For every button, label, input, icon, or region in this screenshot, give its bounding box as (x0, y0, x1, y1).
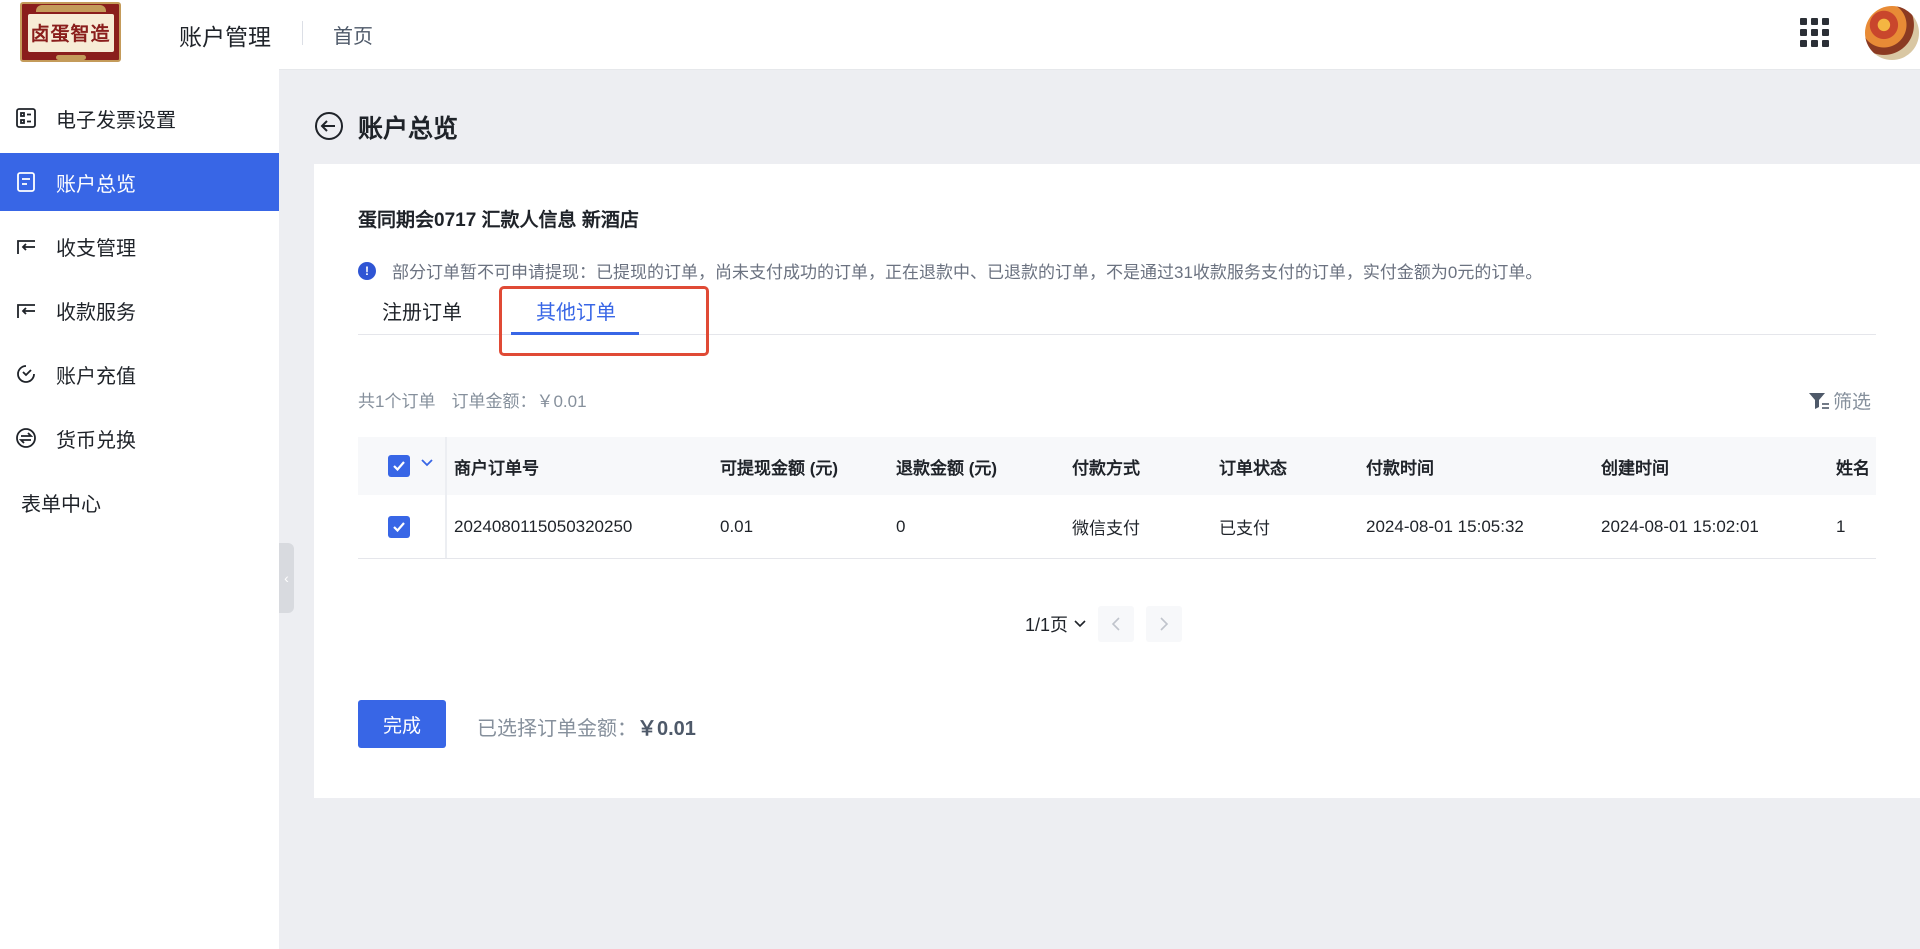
order-amount: 订单金额：￥0.01 (451, 392, 587, 411)
filter-button[interactable]: 筛选 (1808, 387, 1871, 414)
cell-withdrawable: 0.01 (720, 516, 754, 536)
checkmark-icon (393, 461, 405, 472)
chevron-right-icon (1160, 617, 1169, 631)
sidebar-item-form-center[interactable]: 表单中心 (0, 473, 279, 531)
next-page-button[interactable] (1146, 606, 1183, 642)
notice-text: 部分订单暂不可申请提现：已提现的订单，尚未支付成功的订单，正在退款中、已退款的订… (392, 263, 1543, 282)
row-checkbox[interactable] (388, 515, 410, 538)
sidebar-item-label: 货币兑换 (56, 429, 136, 452)
filter-icon (1809, 392, 1829, 409)
sidebar-item-label: 电子发票设置 (56, 109, 176, 132)
sidebar-item-invoice-settings[interactable]: 电子发票设置 (0, 89, 279, 147)
chevron-down-icon (1074, 620, 1086, 628)
sidebar-collapse-handle[interactable]: ‹ (279, 543, 294, 613)
order-summary: 共1个订单 订单金额：￥0.01 (358, 387, 587, 412)
sidebar: 电子发票设置 账户总览 收支管理 收款服务 账户充值 货币兑换 表单中心 (0, 69, 279, 949)
sidebar-item-account-overview[interactable]: 账户总览 (0, 153, 279, 211)
home-link[interactable]: 首页 (333, 20, 373, 49)
document-icon (14, 170, 38, 194)
sidebar-item-label: 收款服务 (56, 301, 136, 324)
tab-registered-orders[interactable]: 注册订单 (382, 296, 462, 325)
cell-pay-time: 2024-08-01 15:05:32 (1366, 516, 1524, 536)
user-avatar[interactable] (1865, 6, 1919, 60)
cell-refund: 0 (896, 516, 906, 536)
sidebar-item-label: 表单中心 (21, 493, 101, 516)
store-title: 蛋同期会0717 汇款人信息 新酒店 (358, 210, 639, 231)
table-header: 商户订单号 可提现金额 (元) 退款金额 (元) 付款方式 订单状态 付款时间 … (358, 437, 1876, 495)
recharge-icon (14, 362, 38, 386)
select-all-checkbox[interactable] (388, 455, 410, 477)
order-count: 共1个订单 (358, 392, 436, 411)
filter-label: 筛选 (1833, 392, 1872, 413)
back-arrow-icon[interactable] (314, 111, 344, 141)
cell-pay-method: 微信支付 (1072, 519, 1140, 538)
row-select-column (358, 495, 447, 558)
tab-other-orders[interactable]: 其他订单 (536, 296, 616, 325)
column-header: 商户订单号 (454, 458, 539, 478)
chevron-left-icon (1111, 617, 1120, 631)
selected-amount-value: ￥0.01 (637, 718, 696, 740)
order-card: 蛋同期会0717 汇款人信息 新酒店 ! 部分订单暂不可申请提现：已提现的订单，… (314, 164, 1920, 798)
active-tab-underline (511, 332, 639, 335)
cell-create-time: 2024-08-01 15:02:01 (1601, 516, 1759, 536)
cell-name: 1 (1836, 516, 1846, 536)
page-title: 账户总览 (358, 115, 459, 143)
header-divider (302, 21, 303, 45)
logo-foot-decoration (55, 54, 86, 60)
orders-table: 商户订单号 可提现金额 (元) 退款金额 (元) 付款方式 订单状态 付款时间 … (358, 437, 1876, 559)
sidebar-item-income-expense[interactable]: 收支管理 (0, 217, 279, 275)
sidebar-item-label: 账户充值 (56, 365, 136, 388)
cell-order-no: 2024080115050320250 (454, 516, 633, 536)
sidebar-item-label: 账户总览 (56, 173, 136, 196)
cell-status: 已支付 (1219, 519, 1270, 538)
sidebar-item-account-recharge[interactable]: 账户充值 (0, 345, 279, 403)
top-header: 卤蛋智造 账户管理 首页 (0, 0, 1920, 69)
page-select[interactable]: 1/1页 (1025, 611, 1086, 637)
chevron-left-icon: ‹ (284, 570, 289, 586)
logo-arc-decoration (35, 4, 106, 12)
table-row[interactable]: 2024080115050320250 0.01 0 微信支付 已支付 2024… (358, 495, 1876, 559)
app-title: 账户管理 (179, 24, 271, 50)
exchange-icon (14, 298, 38, 322)
column-header: 退款金额 (元) (896, 458, 998, 478)
chevron-down-icon[interactable] (420, 458, 434, 468)
column-header: 姓名 (1836, 458, 1870, 478)
info-icon: ! (358, 261, 376, 280)
column-header: 订单状态 (1219, 458, 1287, 478)
sidebar-item-currency-exchange[interactable]: 货币兑换 (0, 409, 279, 467)
app-grid-icon[interactable] (1800, 18, 1829, 47)
selected-amount: 已选择订单金额：￥0.01 (477, 712, 696, 741)
notice-bar: ! 部分订单暂不可申请提现：已提现的订单，尚未支付成功的订单，正在退款中、已退款… (358, 258, 1542, 283)
sidebar-item-label: 收支管理 (56, 237, 136, 260)
column-header: 付款时间 (1366, 458, 1434, 478)
checkmark-icon (393, 521, 405, 532)
prev-page-button[interactable] (1098, 606, 1135, 642)
page-indicator: 1/1页 (1025, 615, 1069, 635)
selected-amount-label: 已选择订单金额： (477, 718, 637, 740)
exchange-icon (14, 234, 38, 258)
pagination: 1/1页 (1025, 606, 1183, 642)
column-header: 付款方式 (1072, 458, 1140, 478)
sidebar-item-payment-service[interactable]: 收款服务 (0, 281, 279, 339)
select-all-column (358, 437, 447, 495)
currency-icon (14, 426, 38, 450)
logo-text: 卤蛋智造 (27, 13, 114, 52)
done-button[interactable]: 完成 (358, 700, 446, 748)
brand-logo[interactable]: 卤蛋智造 (20, 2, 121, 62)
column-header: 可提现金额 (元) (720, 458, 839, 478)
invoice-settings-icon (14, 106, 38, 130)
column-header: 创建时间 (1601, 458, 1669, 478)
